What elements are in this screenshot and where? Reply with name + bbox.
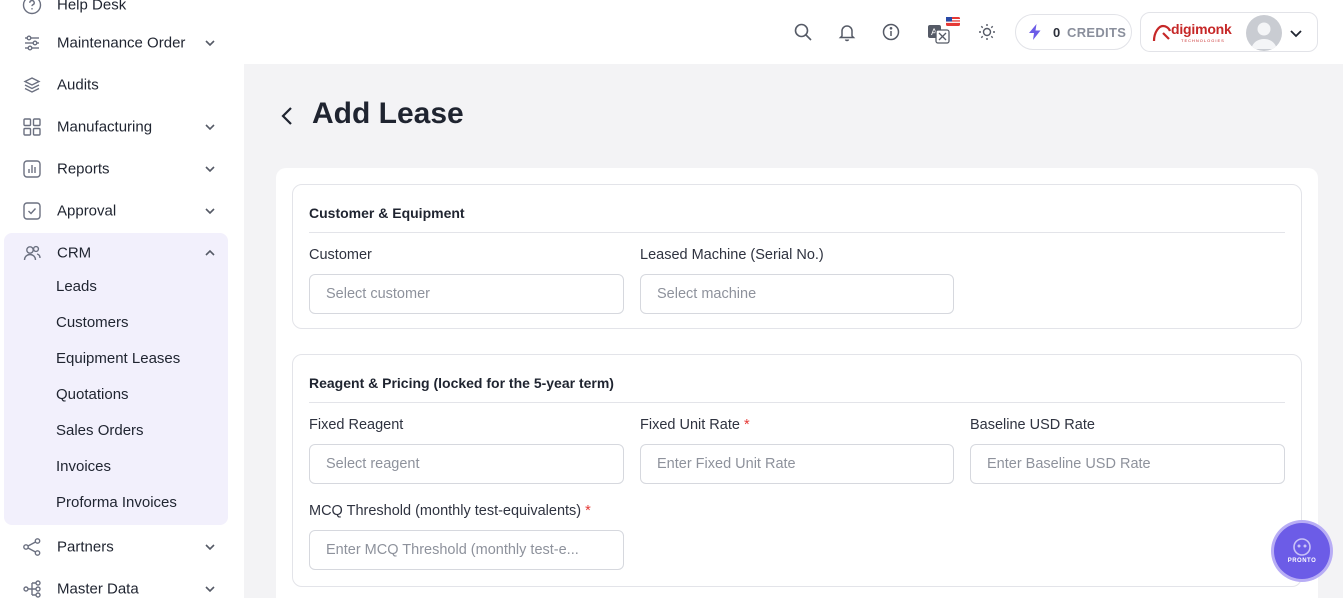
sidebar-item-label: Maintenance Order	[57, 34, 186, 52]
chevron-down-icon	[205, 586, 215, 593]
fixed-unit-rate-label-text: Fixed Unit Rate	[640, 417, 740, 433]
mcq-threshold-label-text: MCQ Threshold (monthly test-equivalents)	[309, 503, 582, 519]
layers-icon	[21, 74, 43, 96]
sidebar-item-partners[interactable]: Partners	[0, 526, 244, 568]
sidebar-item-label: Reports	[57, 160, 110, 178]
sidebar-item-label: Master Data	[57, 580, 139, 598]
section-title: Reagent & Pricing (locked for the 5-year…	[309, 375, 614, 391]
bell-icon[interactable]	[835, 20, 859, 44]
sun-icon[interactable]	[975, 20, 999, 44]
share-icon	[21, 536, 43, 558]
section-title: Customer & Equipment	[309, 205, 465, 221]
sliders-icon	[21, 32, 43, 54]
required-mark: *	[743, 417, 750, 433]
sidebar-item-label: Partners	[57, 538, 114, 556]
grid-icon	[21, 116, 43, 138]
required-mark: *	[585, 503, 591, 519]
brand-name: digimonk	[1171, 21, 1232, 37]
chevron-down-icon	[205, 40, 215, 47]
baseline-usd-rate-input[interactable]: Enter Baseline USD Rate	[970, 444, 1285, 484]
sidebar-item-label: CRM	[57, 244, 92, 262]
mcq-threshold-input[interactable]: Enter MCQ Threshold (monthly test-e...	[309, 530, 624, 570]
sidebar-item-label: Manufacturing	[57, 118, 153, 136]
profile-menu[interactable]: digimonk TECHNOLOGIES	[1140, 12, 1318, 52]
customer-label: Customer	[309, 247, 372, 263]
chevron-down-icon	[205, 124, 215, 131]
sidebar-item-audits[interactable]: Audits	[0, 64, 244, 106]
sidebar-item-approval[interactable]: Approval	[0, 190, 244, 232]
leased-machine-label: Leased Machine (Serial No.)	[640, 247, 824, 263]
assistant-fab[interactable]: PRONTO	[1274, 523, 1330, 579]
fixed-unit-rate-label: Fixed Unit Rate *	[640, 417, 750, 433]
credits-label: CREDITS	[1067, 25, 1127, 40]
form-card: Customer & Equipment Customer Select cus…	[276, 168, 1318, 598]
credits-count: 0	[1053, 25, 1061, 40]
fixed-unit-rate-input[interactable]: Enter Fixed Unit Rate	[640, 444, 954, 484]
mcq-threshold-label: MCQ Threshold (monthly test-equivalents)…	[309, 503, 591, 519]
check-square-icon	[21, 200, 43, 222]
sidebar-item-reports[interactable]: Reports	[0, 148, 244, 190]
sidebar-subitem-sales-orders[interactable]: Sales Orders	[56, 422, 144, 439]
assistant-label: PRONTO	[1287, 558, 1317, 564]
chevron-down-icon[interactable]	[1288, 25, 1304, 41]
sidebar-item-label: Audits	[57, 76, 99, 94]
users-icon	[21, 242, 43, 264]
sidebar-subitem-quotations[interactable]: Quotations	[56, 386, 129, 403]
hierarchy-icon	[21, 578, 43, 598]
chevron-up-icon	[205, 249, 215, 256]
fixed-reagent-select[interactable]: Select reagent	[309, 444, 624, 484]
sidebar: Help Desk Maintenance Order Audits Manuf…	[0, 0, 244, 598]
sidebar-subitem-customers[interactable]: Customers	[56, 314, 129, 331]
lightning-icon	[1029, 24, 1041, 40]
robot-icon	[1293, 538, 1311, 556]
search-icon[interactable]	[791, 20, 815, 44]
sidebar-subitem-proforma-invoices[interactable]: Proforma Invoices	[56, 494, 177, 511]
sidebar-subitem-invoices[interactable]: Invoices	[56, 458, 111, 475]
chevron-down-icon	[205, 544, 215, 551]
chevron-down-icon	[205, 208, 215, 215]
back-arrow-icon[interactable]	[278, 104, 298, 128]
sidebar-item-label: Help Desk	[57, 0, 127, 14]
baseline-usd-rate-label: Baseline USD Rate	[970, 417, 1095, 433]
customer-equipment-section: Customer & Equipment Customer Select cus…	[292, 184, 1302, 329]
reagent-pricing-section: Reagent & Pricing (locked for the 5-year…	[292, 354, 1302, 587]
credits-button[interactable]: 0 CREDITS	[1015, 14, 1132, 50]
crm-group	[4, 233, 228, 525]
brand-logo-icon	[1152, 24, 1172, 42]
sidebar-item-label: Approval	[57, 202, 117, 220]
brand-subtitle: TECHNOLOGIES	[1181, 38, 1225, 43]
section-divider	[309, 232, 1285, 233]
page-title: Add Lease	[312, 97, 464, 130]
translate-icon[interactable]: A	[926, 16, 962, 46]
fixed-reagent-label: Fixed Reagent	[309, 417, 404, 433]
chevron-down-icon	[205, 166, 215, 173]
sidebar-item-manufacturing[interactable]: Manufacturing	[0, 106, 244, 148]
sidebar-subitem-leads[interactable]: Leads	[56, 278, 97, 295]
sidebar-item-maintenance-order[interactable]: Maintenance Order	[0, 22, 244, 64]
sidebar-item-master-data[interactable]: Master Data	[0, 568, 244, 598]
sidebar-subitem-equipment-leases[interactable]: Equipment Leases	[56, 350, 180, 367]
section-divider	[309, 402, 1285, 403]
customer-select[interactable]: Select customer	[309, 274, 624, 314]
help-circle-icon	[21, 0, 43, 16]
leased-machine-select[interactable]: Select machine	[640, 274, 954, 314]
avatar[interactable]	[1246, 15, 1282, 51]
sidebar-item-crm[interactable]: CRM	[0, 232, 244, 274]
bar-chart-icon	[21, 158, 43, 180]
info-icon[interactable]	[879, 20, 903, 44]
